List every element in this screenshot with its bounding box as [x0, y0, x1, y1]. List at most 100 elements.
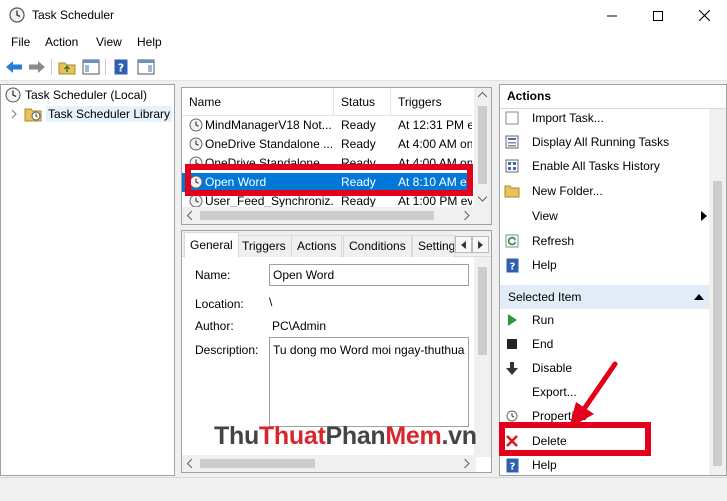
column-header-triggers[interactable]: Triggers — [391, 88, 481, 116]
action-run[interactable]: Run — [504, 309, 704, 331]
tree-item-local[interactable]: Task Scheduler (Local) — [5, 85, 147, 105]
action-view[interactable]: View — [504, 205, 709, 227]
action-label: Import Task... — [532, 111, 604, 125]
minimize-button[interactable] — [589, 0, 635, 31]
task-status: Ready — [341, 118, 376, 132]
watermark: ThuThuatPhanMem.vn — [214, 422, 477, 450]
action-help[interactable]: ? Help — [504, 254, 704, 276]
close-button[interactable] — [681, 0, 727, 31]
tab-conditions[interactable]: Conditions — [343, 235, 412, 257]
window-title: Task Scheduler — [32, 8, 115, 22]
import-icon — [505, 111, 519, 125]
menu-help[interactable]: Help — [137, 35, 162, 49]
show-action-pane-button[interactable] — [136, 57, 156, 77]
actions-header: Actions — [500, 85, 726, 109]
description-field[interactable]: Tu dong mo Word moi ngay-thuthua — [269, 337, 469, 427]
tab-triggers[interactable]: Triggers — [236, 235, 292, 257]
list-icon — [505, 135, 519, 149]
task-trigger: At 8:10 AM ev — [398, 175, 472, 189]
delete-icon — [506, 435, 518, 447]
task-list: Name Status Triggers MindManagerV18 Not.… — [181, 87, 492, 225]
maximize-button[interactable] — [635, 0, 681, 31]
author-value: PC\Admin — [272, 319, 327, 333]
author-label: Author: — [195, 319, 234, 333]
toolbar: ? — [0, 53, 727, 81]
menu-bar: File Action View Help — [0, 31, 727, 53]
action-label: View — [532, 209, 558, 223]
tab-actions[interactable]: Actions — [291, 235, 343, 257]
name-field[interactable]: Open Word — [269, 264, 469, 286]
description-label: Description: — [195, 343, 259, 357]
arrow-pointer-icon — [569, 361, 618, 428]
svg-text:?: ? — [509, 261, 515, 272]
task-list-horizontal-scrollbar[interactable] — [182, 207, 476, 224]
detail-horizontal-scrollbar[interactable] — [182, 455, 476, 472]
refresh-icon — [505, 234, 519, 248]
action-label: Run — [532, 313, 555, 327]
menu-file[interactable]: File — [11, 35, 30, 49]
action-import-task[interactable]: Import Task... — [504, 107, 704, 129]
chevron-right-icon[interactable] — [9, 109, 19, 119]
action-label: New Folder... — [532, 184, 603, 198]
clock-icon — [5, 87, 21, 103]
action-label: Refresh — [532, 234, 575, 248]
task-clock-icon — [189, 175, 203, 189]
menu-action[interactable]: Action — [45, 35, 78, 49]
action-enable-history[interactable]: Enable All Tasks History — [504, 155, 704, 177]
task-trigger: At 1:00 PM ev — [398, 194, 472, 208]
task-clock-icon — [189, 194, 203, 208]
console-tree-icon — [82, 59, 100, 75]
help-toolbar-button[interactable]: ? — [111, 57, 131, 77]
folder-up-icon — [58, 62, 76, 75]
action-label: Help — [532, 258, 557, 272]
up-folder-button[interactable] — [57, 57, 77, 77]
tab-scroll-right-button[interactable] — [472, 236, 489, 253]
table-row[interactable]: OneDrive Standalone ... Ready At 4:00 AM o… — [182, 154, 472, 173]
help-icon: ? — [114, 59, 128, 75]
table-row[interactable]: OneDrive Standalone ... Ready At 4:00 AM o… — [182, 135, 472, 154]
action-new-folder[interactable]: New Folder... — [504, 180, 704, 202]
arrow-right-icon — [29, 61, 45, 73]
stop-icon — [507, 339, 517, 349]
submenu-arrow-icon — [701, 211, 707, 221]
menu-view[interactable]: View — [96, 35, 122, 49]
disable-icon — [506, 361, 518, 375]
back-button[interactable] — [4, 57, 24, 77]
tab-general[interactable]: General — [184, 232, 239, 258]
forward-button[interactable] — [27, 57, 47, 77]
selected-item-section-header[interactable]: Selected Item — [500, 285, 709, 309]
task-status: Ready — [341, 175, 376, 189]
column-header-name[interactable]: Name — [182, 88, 334, 116]
show-hide-console-button[interactable] — [81, 57, 101, 77]
table-row[interactable]: MindManagerV18 Not... Ready At 12:31 PM ev — [182, 116, 472, 135]
console-tree: Task Scheduler (Local) Task Scheduler Li… — [0, 84, 175, 476]
task-list-vertical-scrollbar[interactable] — [474, 88, 491, 224]
help-icon: ? — [506, 458, 518, 472]
task-clock-icon — [189, 137, 203, 151]
task-trigger: At 4:00 AM on — [398, 156, 472, 170]
tree-item-label: Task Scheduler (Local) — [25, 88, 148, 102]
action-help-selected[interactable]: ? Help — [504, 454, 704, 475]
collapse-icon — [694, 294, 704, 300]
task-status: Ready — [341, 194, 376, 208]
task-name: OneDrive Standalone ... — [205, 137, 333, 151]
action-pane-icon — [137, 59, 155, 75]
action-end[interactable]: End — [504, 333, 704, 355]
table-row[interactable]: Open Word Ready At 8:10 AM ev — [182, 173, 472, 192]
action-display-running[interactable]: Display All Running Tasks — [504, 131, 704, 153]
folder-clock-icon — [24, 108, 42, 122]
action-refresh[interactable]: Refresh — [504, 230, 704, 252]
tree-item-label: Task Scheduler Library — [46, 106, 173, 122]
tab-scroll-left-button[interactable] — [455, 236, 472, 253]
section-title: Selected Item — [508, 290, 582, 304]
svg-text:?: ? — [509, 461, 515, 472]
action-delete[interactable]: Delete — [504, 430, 704, 452]
history-icon — [505, 159, 519, 173]
task-name: Open Word — [205, 175, 267, 189]
actions-vertical-scrollbar[interactable] — [709, 109, 726, 475]
tab-settings[interactable]: Setting — [412, 235, 455, 257]
tree-item-library[interactable]: Task Scheduler Library — [9, 104, 173, 124]
run-icon — [508, 314, 517, 326]
column-header-status[interactable]: Status — [334, 88, 391, 116]
task-scheduler-icon — [9, 7, 25, 23]
